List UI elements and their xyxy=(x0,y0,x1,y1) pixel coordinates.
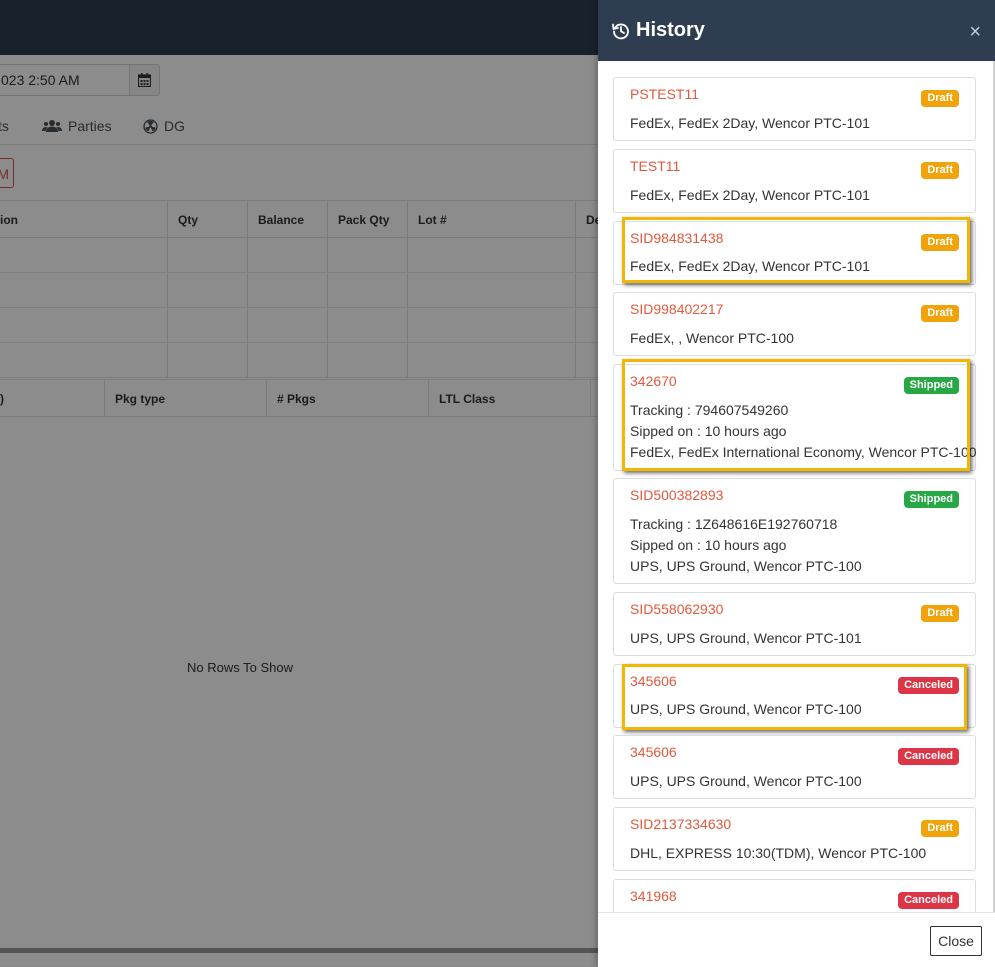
status-badge: Canceled xyxy=(898,677,959,694)
panel-footer: Close xyxy=(598,912,995,967)
status-badge: Draft xyxy=(921,820,959,837)
history-item[interactable]: SID558062930 Draft UPS, UPS Ground, Wenc… xyxy=(613,592,976,656)
history-item[interactable]: 345606 Canceled UPS, UPS Ground, Wencor … xyxy=(613,735,976,799)
shipment-id-link[interactable]: TEST11 xyxy=(630,158,680,174)
status-badge: Draft xyxy=(921,305,959,322)
item-detail: FedEx, FedEx 2Day, Wencor PTC-101 xyxy=(630,115,870,131)
status-badge: Draft xyxy=(921,90,959,107)
shipment-id-link[interactable]: PSTEST11 xyxy=(630,86,699,102)
status-badge: Draft xyxy=(921,162,959,179)
item-detail: FedEx, FedEx International Economy, Wenc… xyxy=(630,444,977,460)
shipment-id-link[interactable]: SID2137334630 xyxy=(630,816,731,832)
tracking-number: Tracking : 794607549260 xyxy=(630,402,789,418)
item-detail: UPS, UPS Ground, Wencor PTC-100 xyxy=(630,773,862,789)
close-icon[interactable]: × xyxy=(969,22,981,42)
shipment-id-link[interactable]: SID558062930 xyxy=(630,601,723,617)
history-item[interactable]: 341968 Canceled xyxy=(613,879,976,912)
history-item[interactable]: SID2137334630 Draft DHL, EXPRESS 10:30(T… xyxy=(613,807,976,871)
item-detail: UPS, UPS Ground, Wencor PTC-101 xyxy=(630,630,862,646)
status-badge: Shipped xyxy=(903,491,959,508)
history-item[interactable]: SID984831438 Draft FedEx, FedEx 2Day, We… xyxy=(613,221,976,285)
status-badge: Shipped xyxy=(903,377,959,394)
history-item[interactable]: SID998402217 Draft FedEx, , Wencor PTC-1… xyxy=(613,292,976,356)
history-icon xyxy=(612,23,629,39)
status-badge: Draft xyxy=(921,234,959,251)
item-detail: FedEx, FedEx 2Day, Wencor PTC-101 xyxy=(630,258,870,274)
history-panel: History × PSTEST11 Draft FedEx, FedEx 2D… xyxy=(598,0,995,967)
status-badge: Canceled xyxy=(898,892,959,909)
history-item[interactable]: 345606 Canceled UPS, UPS Ground, Wencor … xyxy=(613,664,976,728)
shipment-id-link[interactable]: SID984831438 xyxy=(630,230,723,246)
shipment-id-link[interactable]: 345606 xyxy=(630,673,677,689)
panel-title-text: History xyxy=(636,19,705,41)
shipment-id-link[interactable]: SID500382893 xyxy=(630,487,723,503)
shipped-on: Sipped on : 10 hours ago xyxy=(630,537,787,553)
item-detail: UPS, UPS Ground, Wencor PTC-100 xyxy=(630,558,862,574)
shipment-id-link[interactable]: 342670 xyxy=(630,373,677,389)
history-item[interactable]: TEST11 Draft FedEx, FedEx 2Day, Wencor P… xyxy=(613,149,976,213)
shipment-id-link[interactable]: SID998402217 xyxy=(630,301,723,317)
history-item[interactable]: 342670 Shipped Tracking : 794607549260 S… xyxy=(613,364,977,471)
shipment-id-link[interactable]: 345606 xyxy=(630,744,677,760)
status-badge: Draft xyxy=(921,605,959,622)
shipment-id-link[interactable]: 341968 xyxy=(630,888,677,904)
tracking-number: Tracking : 1Z648616E192760718 xyxy=(630,516,838,532)
history-item[interactable]: PSTEST11 Draft FedEx, FedEx 2Day, Wencor… xyxy=(613,77,976,141)
close-button[interactable]: Close xyxy=(930,926,982,956)
history-item[interactable]: SID500382893 Shipped Tracking : 1Z648616… xyxy=(613,478,976,584)
history-list: PSTEST11 Draft FedEx, FedEx 2Day, Wencor… xyxy=(598,61,995,912)
panel-title: History xyxy=(612,19,705,42)
item-detail: DHL, EXPRESS 10:30(TDM), Wencor PTC-100 xyxy=(630,845,927,861)
item-detail: UPS, UPS Ground, Wencor PTC-100 xyxy=(630,701,862,717)
shipped-on: Sipped on : 10 hours ago xyxy=(630,423,787,439)
item-detail: FedEx, FedEx 2Day, Wencor PTC-101 xyxy=(630,187,870,203)
status-badge: Canceled xyxy=(898,748,959,765)
panel-header: History × xyxy=(598,0,995,61)
item-detail: FedEx, , Wencor PTC-100 xyxy=(630,330,794,346)
